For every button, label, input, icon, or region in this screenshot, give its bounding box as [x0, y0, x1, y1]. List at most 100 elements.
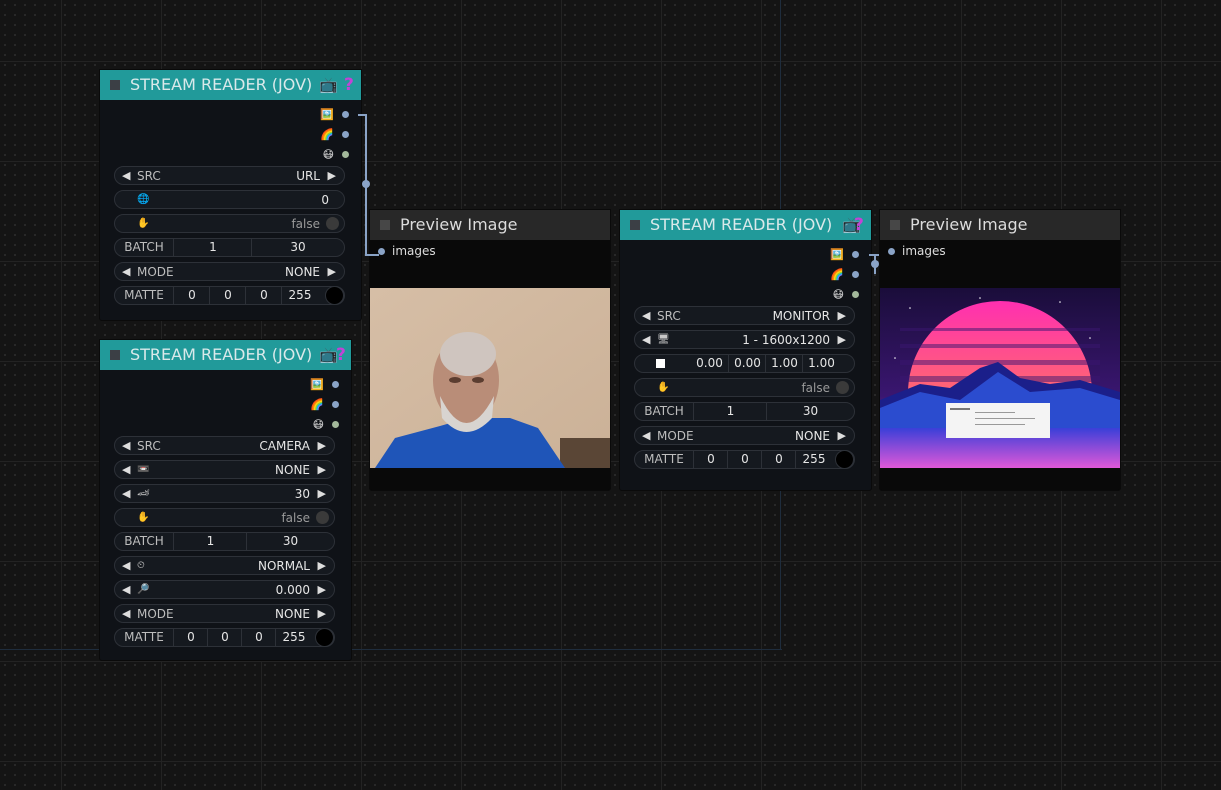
region-checkbox[interactable]: [656, 359, 665, 368]
images-input-slot[interactable]: [378, 247, 385, 255]
increment-arrow[interactable]: ▶: [318, 439, 326, 452]
src-combo[interactable]: ◀ SRC MONITOR ▶: [634, 306, 855, 325]
matte-g[interactable]: 0: [727, 451, 762, 468]
matte-g[interactable]: 0: [209, 287, 246, 304]
reroute-knot[interactable]: [362, 180, 370, 188]
fps-field[interactable]: ◀ 🏎 30 ▶: [114, 484, 335, 503]
timer-combo[interactable]: ◀ ⏲ NORMAL ▶: [114, 556, 335, 575]
region-left[interactable]: 0.00: [691, 355, 728, 372]
mask-output-slot[interactable]: [332, 420, 339, 428]
decrement-arrow[interactable]: ◀: [122, 463, 130, 476]
matte-color-swatch[interactable]: [835, 450, 854, 469]
help-icon[interactable]: ?: [344, 70, 354, 100]
increment-arrow[interactable]: ▶: [328, 265, 336, 278]
src-combo[interactable]: ◀ SRC URL ▶: [114, 166, 345, 185]
region-field[interactable]: 0.00 0.00 1.00 1.00: [634, 354, 855, 373]
collapse-toggle[interactable]: [110, 350, 120, 360]
help-icon[interactable]: ?: [854, 210, 864, 240]
decrement-arrow[interactable]: ◀: [122, 265, 130, 278]
increment-arrow[interactable]: ▶: [318, 583, 326, 596]
collapse-toggle[interactable]: [630, 220, 640, 230]
hold-toggle[interactable]: ✋ false: [634, 378, 855, 397]
collapse-toggle[interactable]: [380, 220, 390, 230]
node-title-bar[interactable]: Preview Image: [880, 210, 1120, 240]
mode-combo[interactable]: ◀ MODE NONE ▶: [114, 604, 335, 623]
matte-field[interactable]: MATTE 0 0 0 255: [634, 450, 855, 469]
node-title-bar[interactable]: STREAM READER (JOV) 📺 ?: [100, 70, 361, 100]
matte-field[interactable]: MATTE 0 0 0 255: [114, 628, 335, 647]
increment-arrow[interactable]: ▶: [318, 487, 326, 500]
matte-color-swatch[interactable]: [325, 286, 344, 305]
batch-count[interactable]: 1: [173, 239, 252, 256]
region-right[interactable]: 1.00: [765, 355, 803, 372]
decrement-arrow[interactable]: ◀: [122, 559, 130, 572]
increment-arrow[interactable]: ▶: [318, 463, 326, 476]
mode-combo[interactable]: ◀ MODE NONE ▶: [634, 426, 855, 445]
increment-arrow[interactable]: ▶: [838, 309, 846, 322]
decrement-arrow[interactable]: ◀: [642, 429, 650, 442]
batch-count[interactable]: 1: [693, 403, 767, 420]
toggle-knob[interactable]: [836, 381, 849, 394]
decrement-arrow[interactable]: ◀: [122, 439, 130, 452]
batch-fps[interactable]: 30: [251, 239, 344, 256]
increment-arrow[interactable]: ▶: [838, 333, 846, 346]
hold-toggle[interactable]: ✋ false: [114, 214, 345, 233]
region-top[interactable]: 0.00: [728, 355, 766, 372]
decrement-arrow[interactable]: ◀: [642, 309, 650, 322]
toggle-knob[interactable]: [316, 511, 329, 524]
batch-fps[interactable]: 30: [246, 533, 334, 550]
mask-output-slot[interactable]: [852, 290, 859, 298]
node-title-bar[interactable]: Preview Image: [370, 210, 610, 240]
matte-r[interactable]: 0: [173, 287, 210, 304]
matte-a[interactable]: 255: [795, 451, 832, 468]
matte-b[interactable]: 0: [761, 451, 796, 468]
stream-reader-node-monitor[interactable]: STREAM READER (JOV) 📺 ? 🖼️ 🌈 😷 ◀ SRC MON…: [620, 210, 871, 490]
rgb-output-slot[interactable]: [332, 400, 339, 408]
decrement-arrow[interactable]: ◀: [122, 583, 130, 596]
preview-image-node-webcam[interactable]: Preview Image images: [370, 210, 610, 490]
help-icon[interactable]: ?: [336, 340, 346, 370]
matte-g[interactable]: 0: [207, 629, 242, 646]
hold-toggle[interactable]: ✋ false: [114, 508, 335, 527]
matte-a[interactable]: 255: [281, 287, 318, 304]
decrement-arrow[interactable]: ◀: [122, 607, 130, 620]
batch-count[interactable]: 1: [173, 533, 247, 550]
matte-r[interactable]: 0: [173, 629, 208, 646]
decrement-arrow[interactable]: ◀: [642, 333, 650, 346]
increment-arrow[interactable]: ▶: [838, 429, 846, 442]
matte-b[interactable]: 0: [245, 287, 282, 304]
region-bottom[interactable]: 1.00: [802, 355, 840, 372]
decrement-arrow[interactable]: ◀: [122, 169, 130, 182]
increment-arrow[interactable]: ▶: [318, 559, 326, 572]
increment-arrow[interactable]: ▶: [328, 169, 336, 182]
reroute-knot[interactable]: [871, 260, 879, 268]
toggle-knob[interactable]: [326, 217, 339, 230]
collapse-toggle[interactable]: [890, 220, 900, 230]
rgb-output-slot[interactable]: [852, 270, 859, 278]
decrement-arrow[interactable]: ◀: [122, 487, 130, 500]
url-field[interactable]: 🌐 0: [114, 190, 345, 209]
matte-field[interactable]: MATTE 0 0 0 255: [114, 286, 345, 305]
batch-field[interactable]: BATCH 1 30: [634, 402, 855, 421]
camera-combo[interactable]: ◀ 📼 NONE ▶: [114, 460, 335, 479]
images-input[interactable]: images: [888, 244, 946, 258]
node-title-bar[interactable]: STREAM READER (JOV) 📺 ?: [100, 340, 351, 370]
src-combo[interactable]: ◀ SRC CAMERA ▶: [114, 436, 335, 455]
matte-r[interactable]: 0: [693, 451, 728, 468]
images-input-slot[interactable]: [888, 247, 895, 255]
matte-a[interactable]: 255: [275, 629, 312, 646]
stream-reader-node-url[interactable]: STREAM READER (JOV) 📺 ? 🖼️ 🌈 😷 ◀ SRC URL…: [100, 70, 361, 320]
matte-color-swatch[interactable]: [315, 628, 334, 647]
rgb-output-slot[interactable]: [342, 130, 349, 138]
image-output-slot[interactable]: [332, 380, 339, 388]
increment-arrow[interactable]: ▶: [318, 607, 326, 620]
batch-field[interactable]: BATCH 1 30: [114, 238, 345, 257]
collapse-toggle[interactable]: [110, 80, 120, 90]
node-title-bar[interactable]: STREAM READER (JOV) 📺 ?: [620, 210, 871, 240]
matte-b[interactable]: 0: [241, 629, 276, 646]
image-output-slot[interactable]: [342, 110, 349, 118]
image-output-slot[interactable]: [852, 250, 859, 258]
images-input[interactable]: images: [378, 244, 436, 258]
batch-field[interactable]: BATCH 1 30: [114, 532, 335, 551]
mode-combo[interactable]: ◀ MODE NONE ▶: [114, 262, 345, 281]
